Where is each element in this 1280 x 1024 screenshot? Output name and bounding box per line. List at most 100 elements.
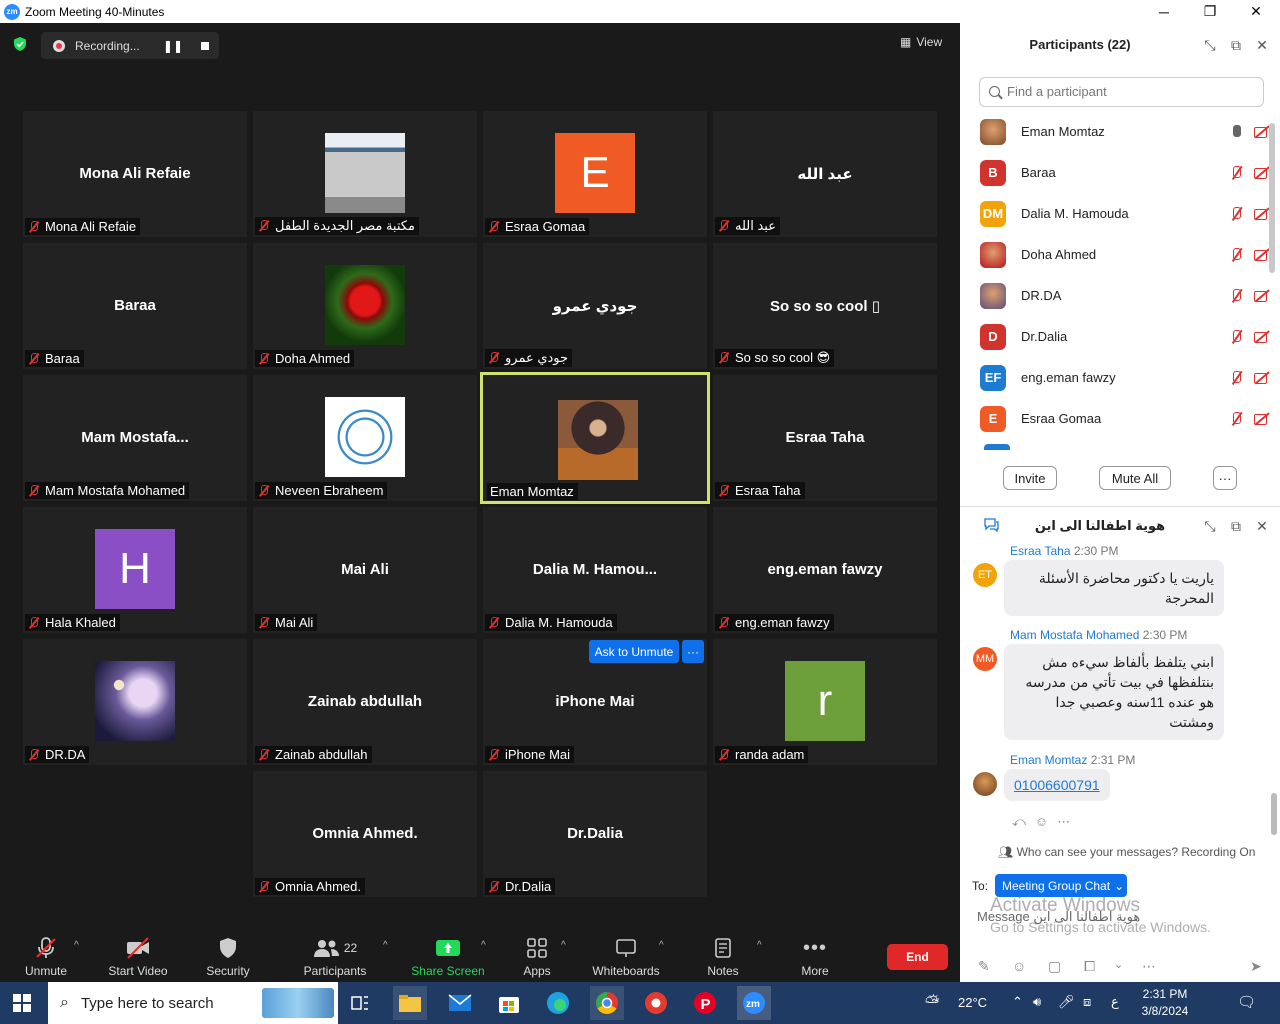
participant-row[interactable]: EF eng.eman fawzy (980, 357, 1270, 398)
video-tile[interactable]: So so so cool ▯ So so so cool 😎 (713, 243, 937, 369)
participant-row[interactable]: E Esraa Gomaa (980, 398, 1270, 439)
participants-button[interactable]: 22 Participants (300, 930, 370, 982)
clock[interactable]: 2:31 PM 3/8/2024 (1135, 986, 1195, 1020)
video-tile[interactable]: r randa adam (713, 639, 937, 765)
video-tile[interactable]: مكتبة مصر الجديدة الطفل (253, 111, 477, 237)
video-tile[interactable]: Dr.Dalia Dr.Dalia (483, 771, 707, 897)
video-off-icon[interactable] (1254, 206, 1270, 222)
video-tile[interactable]: DR.DA (23, 639, 247, 765)
apps-options-caret[interactable]: ^ (561, 940, 566, 951)
chrome-profile-icon[interactable] (639, 986, 673, 1020)
apps-button[interactable]: Apps (516, 930, 558, 982)
participant-list-scrollbar[interactable] (1269, 123, 1275, 273)
view-button[interactable]: ▦ View (900, 35, 942, 49)
microphone-icon[interactable]: 🎤︎ (1058, 994, 1075, 1010)
end-meeting-button[interactable]: End (887, 944, 948, 970)
muted-mic-icon[interactable] (1229, 206, 1245, 222)
taskbar-search-box[interactable]: ⌕ Type here to search (48, 982, 338, 1024)
video-tile[interactable]: Mai Ali Mai Ali (253, 507, 477, 633)
pause-recording-icon[interactable]: ❚❚ (163, 39, 183, 53)
close-chat-icon[interactable]: ✕ (1254, 518, 1270, 534)
muted-mic-icon[interactable] (1229, 247, 1245, 263)
pinterest-icon[interactable]: P (688, 986, 722, 1020)
task-view-icon[interactable] (343, 986, 377, 1020)
whiteboards-options-caret[interactable]: ^ (659, 940, 664, 951)
chrome-icon[interactable] (590, 986, 624, 1020)
windows-start-icon[interactable] (13, 994, 31, 1012)
screenshot-options-icon[interactable]: ⌄ (1114, 958, 1123, 971)
volume-icon[interactable]: 🔊︎ (1033, 994, 1041, 1010)
participants-more-button[interactable]: ··· (1213, 466, 1237, 490)
file-icon[interactable]: ▢ (1048, 958, 1061, 975)
video-tile[interactable]: جودي عمرو جودي عمرو (483, 243, 707, 369)
audio-options-caret[interactable]: ^ (74, 940, 79, 951)
participant-row[interactable]: DM Dalia M. Hamouda (980, 193, 1270, 234)
video-tile[interactable]: E Esraa Gomaa (483, 111, 707, 237)
close-panel-icon[interactable]: ✕ (1254, 37, 1270, 53)
video-tile[interactable]: عبد الله عبد الله (713, 111, 937, 237)
chat-more-icon[interactable]: ⋯ (1142, 958, 1156, 975)
unmute-button[interactable]: Unmute (18, 930, 74, 982)
who-can-see-messages-link[interactable]: 👥︎ Who can see your messages? Recording … (998, 845, 1255, 859)
notes-options-caret[interactable]: ^ (757, 940, 762, 951)
edge-icon[interactable] (541, 986, 575, 1020)
close-icon[interactable]: ✕ (1233, 0, 1279, 23)
video-tile[interactable]: Omnia Ahmed. Omnia Ahmed. (253, 771, 477, 897)
popout-chat-icon[interactable]: ⧉ (1228, 518, 1244, 534)
popout-panel-icon[interactable]: ⧉ (1228, 37, 1244, 53)
mic-icon[interactable] (1229, 124, 1245, 140)
restore-icon[interactable]: ❐ (1187, 0, 1233, 23)
whiteboards-button[interactable]: Whiteboards (588, 930, 664, 982)
network-icon[interactable]: ⧈ (1083, 994, 1091, 1010)
emoji-icon[interactable]: ☺ (1012, 958, 1026, 974)
stop-recording-icon[interactable] (201, 41, 209, 50)
phone-number-link[interactable]: 01006600791 (1014, 777, 1100, 793)
muted-mic-icon[interactable] (1229, 411, 1245, 427)
collapse-panel-icon[interactable]: ⤡ (1202, 37, 1218, 53)
mute-all-button[interactable]: Mute All (1099, 466, 1171, 490)
format-icon[interactable]: ✎ (978, 958, 990, 975)
video-off-icon[interactable] (1254, 329, 1270, 345)
share-screen-button[interactable]: Share Screen (410, 930, 486, 982)
video-tile[interactable]: eng.eman fawzy eng.eman fawzy (713, 507, 937, 633)
ask-to-unmute-button[interactable]: Ask to Unmute (589, 640, 679, 663)
video-tile[interactable]: Doha Ahmed (253, 243, 477, 369)
show-hidden-icons[interactable]: ⌃ (1012, 994, 1023, 1010)
video-tile[interactable]: Baraa Baraa (23, 243, 247, 369)
video-off-icon[interactable] (1254, 124, 1270, 140)
store-icon[interactable] (492, 986, 526, 1020)
participant-row[interactable]: D Dr.Dalia (980, 316, 1270, 357)
video-off-icon[interactable] (1254, 370, 1270, 386)
security-shield-icon[interactable] (12, 36, 28, 52)
emoji-reaction-icon[interactable]: ☺ (1035, 814, 1057, 829)
message-more-icon[interactable]: ⋯ (1057, 814, 1079, 829)
chat-scrollbar[interactable] (1271, 793, 1277, 835)
participant-row[interactable]: B Baraa (980, 152, 1270, 193)
video-tile[interactable]: Dalia M. Hamou... Dalia M. Hamouda (483, 507, 707, 633)
security-button[interactable]: Security (200, 930, 256, 982)
video-tile[interactable]: Eman Momtaz (480, 372, 710, 504)
screenshot-icon[interactable]: ⧠ (1084, 958, 1095, 975)
participant-row[interactable]: Doha Ahmed (980, 234, 1270, 275)
input-language[interactable]: ع (1111, 994, 1119, 1010)
mail-icon[interactable] (443, 986, 477, 1020)
video-tile[interactable]: Mona Ali Refaie Mona Ali Refaie (23, 111, 247, 237)
chat-recipient-dropdown[interactable]: Meeting Group Chat ⌄ (995, 874, 1127, 897)
muted-mic-icon[interactable] (1229, 288, 1245, 304)
start-video-button[interactable]: Start Video (104, 930, 172, 982)
video-off-icon[interactable] (1254, 247, 1270, 263)
video-off-icon[interactable] (1254, 288, 1270, 304)
participant-row[interactable]: DR.DA (980, 275, 1270, 316)
send-icon[interactable]: ➤ (1250, 958, 1262, 975)
muted-mic-icon[interactable] (1229, 165, 1245, 181)
file-explorer-icon[interactable] (393, 986, 427, 1020)
collapse-chat-icon[interactable]: ⤡ (1202, 518, 1218, 534)
more-button[interactable]: ••• More (793, 930, 837, 982)
participant-row[interactable]: Eman Momtaz (980, 111, 1270, 152)
reply-icon[interactable]: ⤺ (1012, 814, 1035, 829)
video-tile[interactable]: Zainab abdullah Zainab abdullah (253, 639, 477, 765)
tile-more-button[interactable]: ··· (682, 640, 704, 663)
video-tile[interactable]: Mam Mostafa... Mam Mostafa Mohamed (23, 375, 247, 501)
minimize-icon[interactable]: ─ (1141, 0, 1187, 23)
muted-mic-icon[interactable] (1229, 329, 1245, 345)
